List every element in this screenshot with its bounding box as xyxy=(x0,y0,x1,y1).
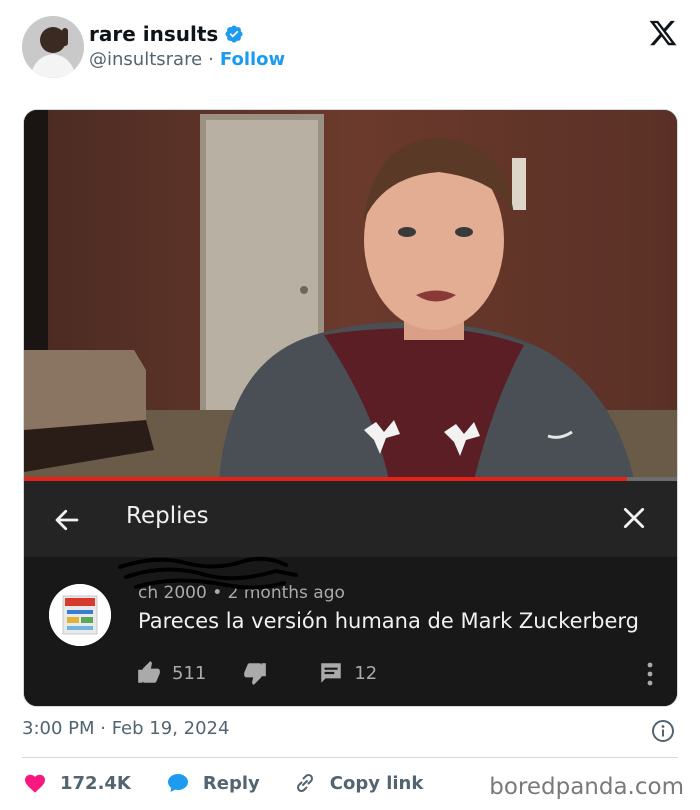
follow-button[interactable]: Follow xyxy=(220,49,285,70)
close-icon[interactable] xyxy=(621,505,647,531)
reply-button[interactable]: Reply xyxy=(165,771,260,795)
comment-author[interactable]: ch 2000 xyxy=(138,583,207,603)
footer-divider xyxy=(22,757,678,758)
video-still-image xyxy=(24,110,677,480)
handle-separator: · xyxy=(208,49,214,70)
video-frame[interactable] xyxy=(24,110,677,480)
verified-badge-icon xyxy=(225,25,243,43)
comment-dislike-button[interactable] xyxy=(242,660,268,686)
comment-like-count: 511 xyxy=(172,662,207,684)
comment-bubble-icon xyxy=(321,663,342,683)
comment-replies-button[interactable]: 12 xyxy=(318,660,377,686)
like-button[interactable]: 172.4K xyxy=(22,771,131,795)
replies-header: Replies xyxy=(24,481,677,557)
copy-link-label: Copy link xyxy=(329,772,424,794)
link-icon xyxy=(296,773,313,793)
commenter-avatar[interactable] xyxy=(49,584,111,646)
comment-item: ch 2000 • 2 months ago Pareces la versió… xyxy=(24,556,677,706)
tweet-header: rare insults @insultsrare · Follow xyxy=(22,16,682,78)
copy-link-button[interactable]: Copy link xyxy=(292,771,424,795)
tweet-timestamp[interactable]: 3:00 PM · Feb 19, 2024 xyxy=(22,718,229,739)
comment-age: • 2 months ago xyxy=(212,583,345,603)
reply-label: Reply xyxy=(202,772,260,794)
back-arrow-icon[interactable] xyxy=(52,505,82,535)
thumbs-up-icon xyxy=(138,661,160,683)
comment-actions: 511 12 xyxy=(136,660,377,686)
tweet-media[interactable]: Replies ch 2000 • 2 months ago Pareces l xyxy=(23,109,678,707)
author-display-name[interactable]: rare insults xyxy=(89,22,218,46)
heart-icon xyxy=(25,774,45,793)
comment-text: Pareces la versión humana de Mark Zucker… xyxy=(138,609,639,633)
thumbs-down-icon xyxy=(244,663,267,685)
author-avatar[interactable] xyxy=(22,16,84,78)
like-count: 172.4K xyxy=(60,772,131,794)
watermark: boredpanda.com xyxy=(489,774,684,800)
reply-bubble-icon xyxy=(167,774,188,792)
x-logo-icon[interactable] xyxy=(648,18,678,48)
tweet-actions: 172.4K Reply Copy link xyxy=(22,768,423,798)
comment-meta: ch 2000 • 2 months ago xyxy=(118,556,345,603)
replies-title: Replies xyxy=(126,503,209,529)
more-options-icon[interactable] xyxy=(643,660,657,688)
info-icon[interactable] xyxy=(651,719,675,743)
author-handle[interactable]: @insultsrare xyxy=(89,49,202,70)
comment-like-button[interactable]: 511 xyxy=(136,660,206,686)
comment-replies-count: 12 xyxy=(354,662,378,684)
